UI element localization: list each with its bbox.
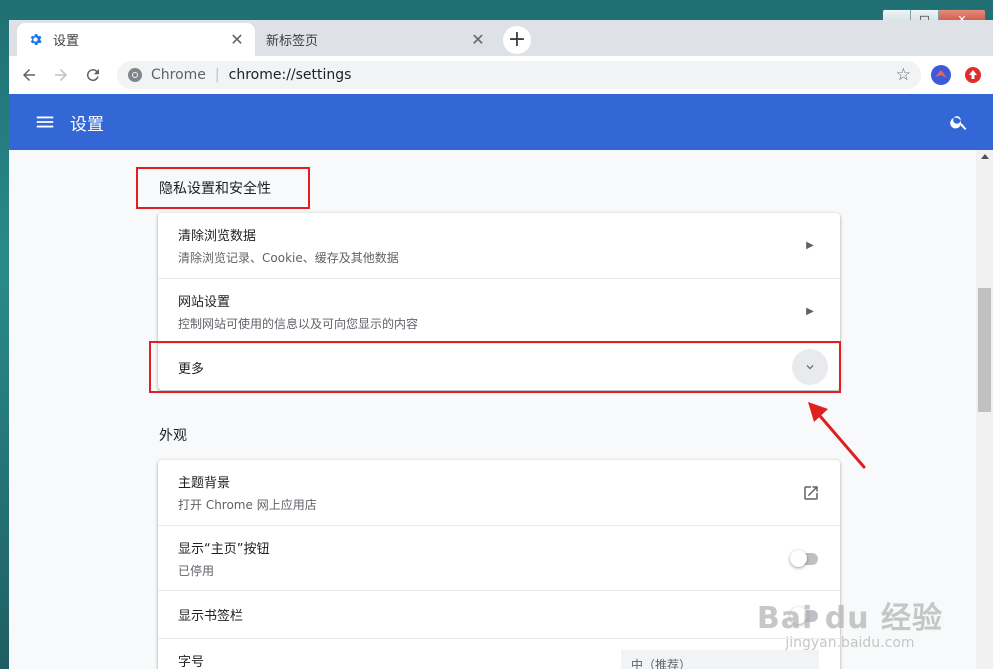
clear-data-subtitle: 清除浏览记录、Cookie、缓存及其他数据 xyxy=(178,251,399,265)
forward-button[interactable] xyxy=(47,61,75,89)
search-icon[interactable] xyxy=(949,112,969,132)
home-button-row[interactable]: 显示“主页”按钮 已停用 xyxy=(158,525,840,590)
extension-icon[interactable] xyxy=(929,63,953,87)
open-external-icon[interactable] xyxy=(802,484,820,502)
back-button[interactable] xyxy=(15,61,43,89)
omnibox-divider: | xyxy=(214,67,220,83)
address-bar[interactable]: Chrome | chrome://settings ☆ xyxy=(117,61,921,89)
home-button-subtitle: 已停用 xyxy=(178,563,215,578)
tab-new-tab[interactable]: 新标签页 ✕ xyxy=(256,23,496,56)
watermark-logo: Bai du 经验 xyxy=(756,601,943,636)
tab-settings[interactable]: 设置 ✕ xyxy=(17,23,255,56)
arrow-right-icon: ▶ xyxy=(806,240,814,251)
site-chip: Chrome xyxy=(151,67,206,83)
theme-row[interactable]: 主题背景 打开 Chrome 网上应用店 xyxy=(158,460,840,525)
scrollbar-thumb[interactable] xyxy=(978,288,991,412)
bookmark-star-icon[interactable]: ☆ xyxy=(896,65,911,85)
gear-icon xyxy=(27,32,43,48)
bookmarks-bar-title: 显示书签栏 xyxy=(178,609,244,624)
clear-data-title: 清除浏览数据 xyxy=(178,229,257,244)
vertical-scrollbar[interactable] xyxy=(976,150,993,669)
scroll-up-icon[interactable] xyxy=(981,154,989,159)
reload-icon xyxy=(86,69,99,82)
reload-button[interactable] xyxy=(79,61,107,89)
home-button-title: 显示“主页”按钮 xyxy=(178,541,270,557)
theme-title: 主题背景 xyxy=(178,476,231,491)
new-tab-button[interactable]: + xyxy=(503,26,531,54)
close-tab-icon[interactable]: ✕ xyxy=(229,31,245,48)
annotation-box-privacy-title xyxy=(136,167,310,209)
annotation-arrow-icon xyxy=(808,402,866,469)
appearance-card: 主题背景 打开 Chrome 网上应用店 显示“主页”按钮 已停用 显示书签栏 xyxy=(158,460,840,669)
home-button-toggle[interactable] xyxy=(790,550,820,567)
site-settings-row[interactable]: 网站设置 控制网站可使用的信息以及可向您显示的内容 ▶ xyxy=(158,278,840,343)
arrow-right-icon xyxy=(55,69,67,81)
tab-strip: 设置 ✕ 新标签页 ✕ + xyxy=(9,20,993,56)
appearance-section-title: 外观 xyxy=(159,428,187,444)
theme-subtitle: 打开 Chrome 网上应用店 xyxy=(178,498,317,512)
arrow-left-icon xyxy=(23,69,35,81)
site-settings-subtitle: 控制网站可使用的信息以及可向您显示的内容 xyxy=(178,316,419,331)
tab-title: 设置 xyxy=(53,34,80,49)
site-settings-title: 网站设置 xyxy=(178,294,231,310)
upload-extension-icon[interactable] xyxy=(961,63,985,87)
hamburger-menu-icon[interactable] xyxy=(34,111,56,133)
chrome-icon xyxy=(127,67,143,83)
tab-title: 新标签页 xyxy=(266,34,319,49)
annotation-box-more-row xyxy=(149,341,841,393)
baidu-watermark: Bai du 经验 jingyan.baidu.com xyxy=(757,593,943,651)
bookmarks-bar-row[interactable]: 显示书签栏 xyxy=(158,590,840,638)
clear-browsing-data-row[interactable]: 清除浏览数据 清除浏览记录、Cookie、缓存及其他数据 ▶ xyxy=(158,213,840,278)
settings-header: 设置 xyxy=(9,94,993,150)
browser-toolbar: Chrome | chrome://settings ☆ xyxy=(9,56,993,94)
close-tab-icon[interactable]: ✕ xyxy=(470,31,486,48)
settings-title: 设置 xyxy=(70,114,104,135)
url-text[interactable]: chrome://settings xyxy=(229,67,896,83)
font-size-select[interactable]: 中（推荐） xyxy=(621,650,819,669)
arrow-right-icon: ▶ xyxy=(806,305,814,317)
watermark-url: jingyan.baidu.com xyxy=(785,635,915,651)
toggle-knob xyxy=(790,550,807,567)
